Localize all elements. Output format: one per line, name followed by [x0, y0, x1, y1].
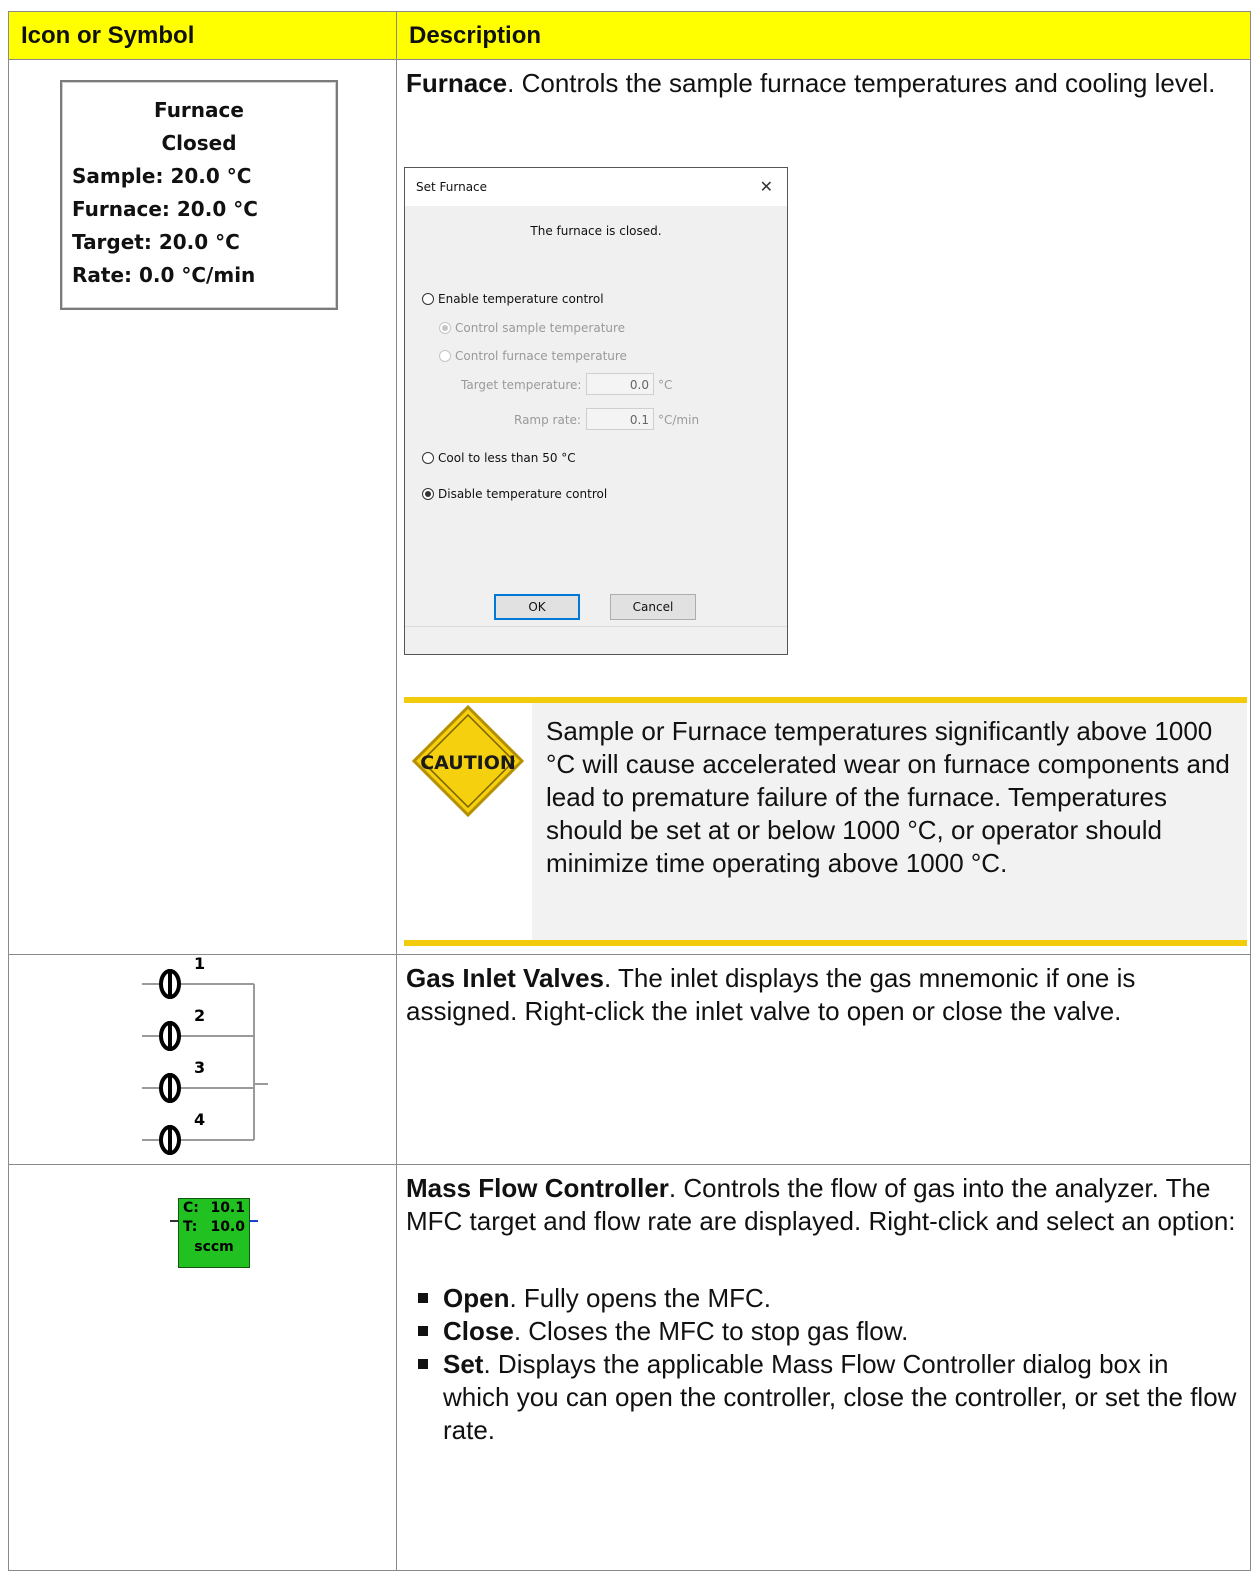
- valve-4-label: 4: [194, 1110, 205, 1129]
- option-set-term: Set: [443, 1349, 484, 1379]
- header-icon-or-symbol: Icon or Symbol: [8, 11, 397, 60]
- list-item: Open. Fully opens the MFC.: [406, 1282, 1240, 1315]
- valve-1[interactable]: 1: [159, 955, 205, 999]
- dialog-footer-divider: [405, 626, 787, 627]
- valve-4[interactable]: 4: [159, 1110, 205, 1155]
- radio-icon: [439, 322, 451, 334]
- ramp-rate-label: Ramp rate:: [514, 413, 581, 427]
- radio-icon: [422, 452, 434, 464]
- mfc-unit: sccm: [194, 1239, 234, 1255]
- caution-bottom-bar: [404, 940, 1247, 946]
- target-temperature-unit: °C: [658, 378, 673, 392]
- radio-label: Disable temperature control: [438, 487, 608, 501]
- radio-disable-temperature-control[interactable]: Disable temperature control: [422, 487, 607, 501]
- radio-enable-temperature-control[interactable]: Enable temperature control: [422, 292, 604, 306]
- mfc-current-label: C:: [183, 1200, 199, 1216]
- mfc-options-list: Open. Fully opens the MFC. Close. Closes…: [406, 1282, 1240, 1447]
- target-temperature-label: Target temperature:: [461, 378, 582, 392]
- caution-icon-text: CAUTION: [420, 752, 516, 774]
- set-furnace-dialog: Set Furnace ✕ The furnace is closed. Ena…: [404, 167, 788, 655]
- radio-label: Cool to less than 50 °C: [438, 451, 576, 465]
- ramp-rate-unit: °C/min: [658, 413, 700, 427]
- radio-icon: [422, 488, 434, 500]
- mass-flow-controller-icon[interactable]: C: 10.1 T: 10.0 sccm: [178, 1198, 250, 1268]
- furnace-description: Furnace. Controls the sample furnace tem…: [397, 60, 1250, 100]
- valves-description: Gas Inlet Valves. The inlet displays the…: [397, 955, 1250, 1028]
- dialog-title: Set Furnace: [416, 180, 488, 194]
- target-temperature-field[interactable]: 0.0: [586, 373, 654, 395]
- dialog-body: The furnace is closed. Enable temperatur…: [405, 206, 787, 653]
- mfc-desc-cell: Mass Flow Controller. Controls the flow …: [396, 1164, 1251, 1571]
- valve-2[interactable]: 2: [159, 1006, 205, 1051]
- furnace-icon-rate: Rate: 0.0 °C/min: [72, 263, 256, 287]
- list-item: Close. Closes the MFC to stop gas flow.: [406, 1315, 1240, 1348]
- valves-desc-cell: Gas Inlet Valves. The inlet displays the…: [396, 954, 1251, 1165]
- gas-inlet-valves-icon[interactable]: 1 2 3 4: [130, 955, 290, 1175]
- furnace-icon-furnace: Furnace: 20.0 °C: [72, 197, 258, 221]
- caution-icon: CAUTION: [411, 704, 525, 818]
- caution-note: CAUTION Sample or Furnace temperatures s…: [404, 697, 1247, 946]
- furnace-term: Furnace: [406, 68, 508, 98]
- valves-term: Gas Inlet Valves: [406, 963, 605, 993]
- dialog-message: The furnace is closed.: [530, 224, 662, 238]
- radio-label: Control sample temperature: [455, 321, 626, 335]
- caution-text: Sample or Furnace temperatures significa…: [546, 716, 1230, 878]
- dialog-title-bar: Set Furnace ✕: [405, 168, 787, 206]
- mfc-outlet-line: [250, 1220, 258, 1222]
- mfc-current-row: C: 10.1: [179, 1199, 249, 1218]
- option-close-desc: . Closes the MFC to stop gas flow.: [513, 1316, 909, 1346]
- radio-icon: [422, 293, 434, 305]
- mfc-target-row: T: 10.0: [179, 1218, 249, 1237]
- valve-3[interactable]: 3: [159, 1058, 205, 1103]
- option-open-term: Open: [443, 1283, 510, 1313]
- mfc-inlet-line: [170, 1220, 178, 1222]
- furnace-icon-title: Furnace: [154, 98, 244, 122]
- radio-label: Control furnace temperature: [455, 349, 627, 363]
- radio-control-sample-temperature[interactable]: Control sample temperature: [439, 321, 625, 335]
- valve-1-label: 1: [194, 955, 205, 973]
- cancel-button[interactable]: Cancel: [610, 594, 696, 620]
- valve-2-label: 2: [194, 1006, 205, 1025]
- furnace-desc-text: . Controls the sample furnace temperatur…: [507, 68, 1216, 98]
- ramp-rate-field[interactable]: 0.1: [586, 408, 654, 430]
- mfc-target-value: 10.0: [210, 1219, 245, 1235]
- mfc-current-value: 10.1: [210, 1200, 245, 1216]
- ok-button[interactable]: OK: [494, 594, 580, 620]
- radio-cool-to-less-than-50[interactable]: Cool to less than 50 °C: [422, 451, 576, 465]
- furnace-icon-state: Closed: [161, 131, 237, 155]
- close-icon[interactable]: ✕: [760, 177, 773, 196]
- mfc-target-label: T:: [183, 1219, 198, 1235]
- header-description: Description: [396, 11, 1251, 60]
- valve-3-label: 3: [194, 1058, 205, 1077]
- list-item: Set. Displays the applicable Mass Flow C…: [406, 1348, 1240, 1447]
- option-close-term: Close: [443, 1316, 514, 1346]
- document-page: Icon or Symbol Description Furnace. Cont…: [0, 0, 1252, 1571]
- option-open-desc: . Fully opens the MFC.: [509, 1283, 771, 1313]
- radio-label: Enable temperature control: [438, 292, 604, 306]
- mfc-description: Mass Flow Controller. Controls the flow …: [397, 1165, 1250, 1447]
- furnace-status-icon[interactable]: Furnace Closed Sample: 20.0 °C Furnace: …: [60, 80, 338, 310]
- furnace-icon-target: Target: 20.0 °C: [72, 230, 240, 254]
- radio-control-furnace-temperature[interactable]: Control furnace temperature: [439, 349, 627, 363]
- mfc-term: Mass Flow Controller: [406, 1173, 669, 1203]
- option-set-desc: . Displays the applicable Mass Flow Cont…: [443, 1349, 1237, 1445]
- furnace-icon-sample: Sample: 20.0 °C: [72, 164, 252, 188]
- radio-icon: [439, 350, 451, 362]
